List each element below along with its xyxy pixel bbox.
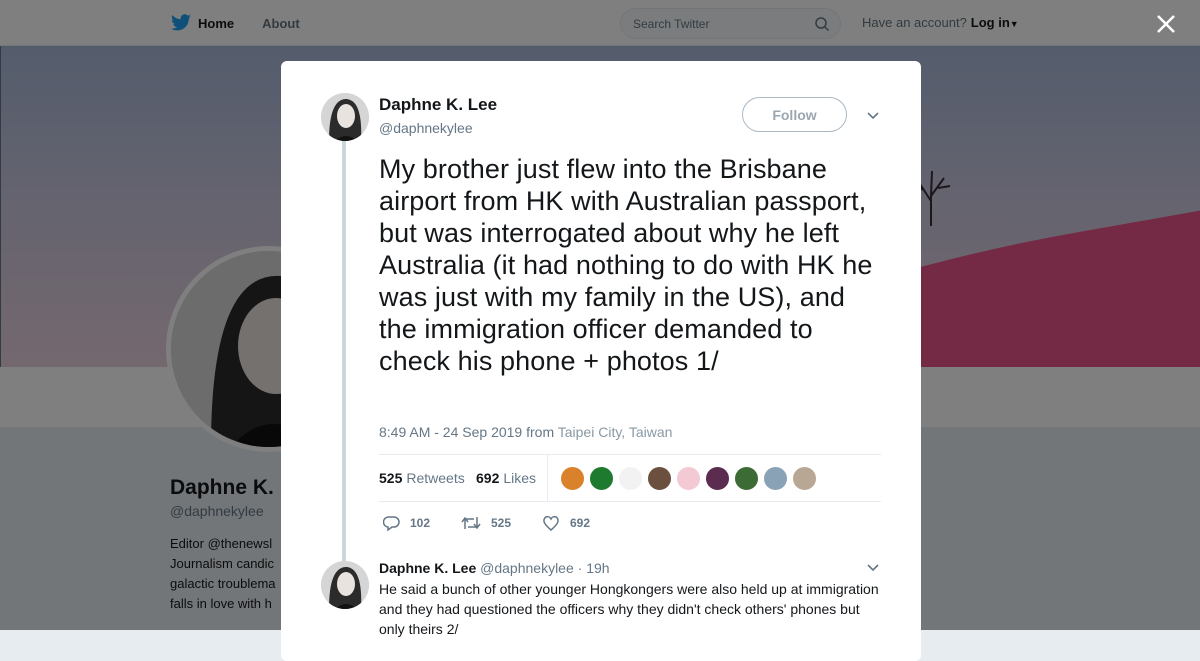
liker-avatar[interactable] — [763, 466, 788, 491]
close-icon[interactable] — [1155, 13, 1177, 35]
reply-button[interactable]: 102 — [383, 515, 430, 531]
tweet-timestamp[interactable]: 8:49 AM - 24 Sep 2019 from — [379, 424, 554, 440]
tweet-modal: Daphne K. Lee @daphnekylee Follow My bro… — [281, 61, 921, 661]
reply-count: 102 — [410, 516, 431, 530]
retweets-stat-label: Retweets — [406, 470, 465, 486]
chevron-down-icon[interactable] — [866, 111, 880, 121]
reply-author-name[interactable]: Daphne K. Lee — [379, 560, 476, 576]
author-name[interactable]: Daphne K. Lee — [379, 95, 497, 115]
liker-avatar[interactable] — [647, 466, 672, 491]
liker-avatar[interactable] — [705, 466, 730, 491]
reply-author-avatar[interactable] — [321, 561, 369, 609]
stats-divider — [547, 455, 548, 502]
author-handle[interactable]: @daphnekylee — [379, 120, 473, 136]
author-photo — [321, 93, 369, 141]
likes-stat[interactable]: 692 Likes — [476, 470, 536, 486]
reply-time[interactable]: · 19h — [578, 560, 610, 576]
tweet-text: My brother just flew into the Brisbane a… — [379, 154, 873, 376]
like-button[interactable]: 692 — [542, 515, 590, 531]
reply-icon — [383, 516, 400, 531]
liker-avatar[interactable] — [618, 466, 643, 491]
likes-stat-label: Likes — [503, 470, 537, 486]
reply-author-handle[interactable]: @daphnekylee — [480, 560, 574, 576]
author-avatar[interactable] — [321, 93, 369, 141]
reply-author-photo — [321, 561, 369, 609]
reply-text: He said a bunch of other younger Hongkon… — [379, 581, 879, 637]
retweets-stat-count: 525 — [379, 470, 403, 486]
liker-avatar[interactable] — [676, 466, 701, 491]
retweet-count: 525 — [491, 516, 512, 530]
retweet-icon — [461, 516, 481, 530]
liker-avatars — [560, 466, 821, 491]
retweet-button[interactable]: 525 — [461, 515, 511, 531]
likes-stat-count: 692 — [476, 470, 500, 486]
heart-icon — [543, 515, 559, 531]
liker-avatar[interactable] — [734, 466, 759, 491]
follow-button[interactable]: Follow — [742, 97, 847, 132]
tweet-stats: 525 Retweets 692 Likes — [379, 454, 881, 502]
liker-avatar[interactable] — [560, 466, 585, 491]
retweets-stat[interactable]: 525 Retweets — [379, 470, 465, 486]
tweet-meta: 8:49 AM - 24 Sep 2019 from Taipei City, … — [379, 424, 672, 440]
liker-avatar[interactable] — [792, 466, 817, 491]
like-count: 692 — [570, 516, 591, 530]
thread-line — [342, 141, 346, 561]
reply-header: Daphne K. Lee @daphnekylee · 19h — [379, 560, 610, 576]
liker-avatar[interactable] — [589, 466, 614, 491]
tweet-location[interactable]: Taipei City, Taiwan — [558, 424, 673, 440]
tweet-actions: 102 525 692 — [379, 511, 779, 535]
reply-chevron-down-icon[interactable] — [866, 563, 880, 573]
